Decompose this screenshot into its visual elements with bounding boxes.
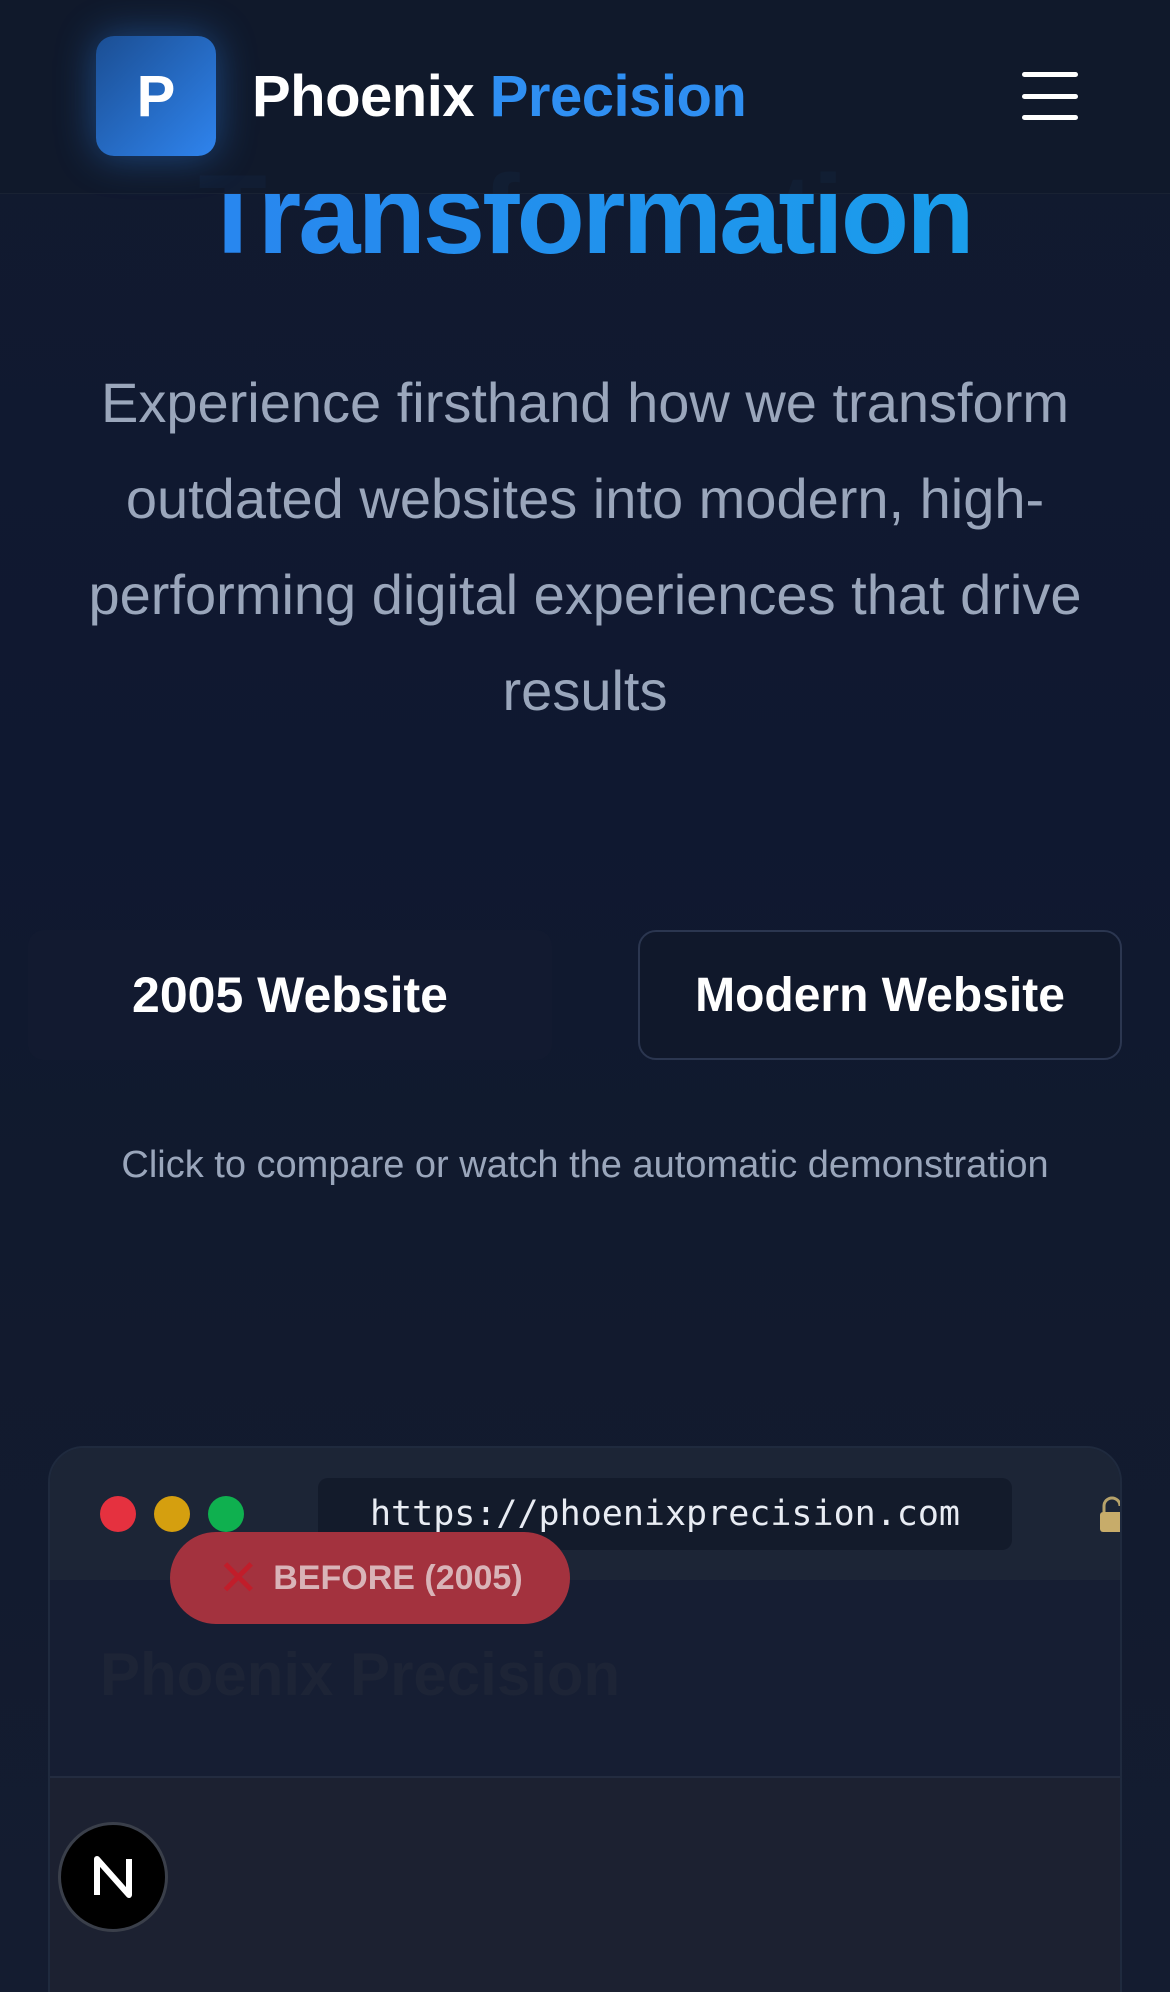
minimize-dot-icon <box>154 1496 190 1532</box>
browser-site-body <box>50 1776 1120 1992</box>
hero-subtitle: Experience firsthand how we transform ou… <box>88 371 1082 722</box>
dev-tools-badge[interactable] <box>58 1822 168 1932</box>
page: P Phoenix Precision Transformation Exper… <box>0 0 1170 1992</box>
site-title: Phoenix Precision <box>100 1641 621 1708</box>
site-header: P Phoenix Precision <box>0 0 1170 194</box>
brand-accent: Precision <box>489 64 747 129</box>
maximize-dot-icon <box>208 1496 244 1532</box>
modern-website-button[interactable]: Modern Website <box>638 930 1122 1060</box>
browser-mockup: https://phoenixprecision.com Phoenix Pre… <box>48 1446 1122 1992</box>
old-website-button[interactable]: 2005 Website <box>28 930 552 1060</box>
brand-primary: Phoenix <box>252 64 475 129</box>
menu-line <box>1022 115 1078 120</box>
menu-line <box>1022 93 1078 99</box>
n-logo-icon <box>94 1856 132 1898</box>
logo-icon[interactable]: P <box>96 36 216 156</box>
brand-name[interactable]: Phoenix Precision <box>252 62 747 132</box>
hamburger-menu-icon[interactable] <box>1016 68 1084 124</box>
close-dot-icon <box>100 1496 136 1532</box>
x-mark-icon: ✕ <box>217 1550 260 1606</box>
menu-line <box>1022 72 1078 77</box>
before-badge: ✕ BEFORE (2005) <box>170 1532 570 1624</box>
before-badge-label: BEFORE (2005) <box>273 1558 523 1597</box>
compare-hint: Click to compare or watch the automatic … <box>121 1144 1049 1186</box>
logo-letter: P <box>136 63 176 129</box>
url-text: https://phoenixprecision.com <box>369 1494 960 1534</box>
lock-icon <box>1100 1496 1120 1532</box>
